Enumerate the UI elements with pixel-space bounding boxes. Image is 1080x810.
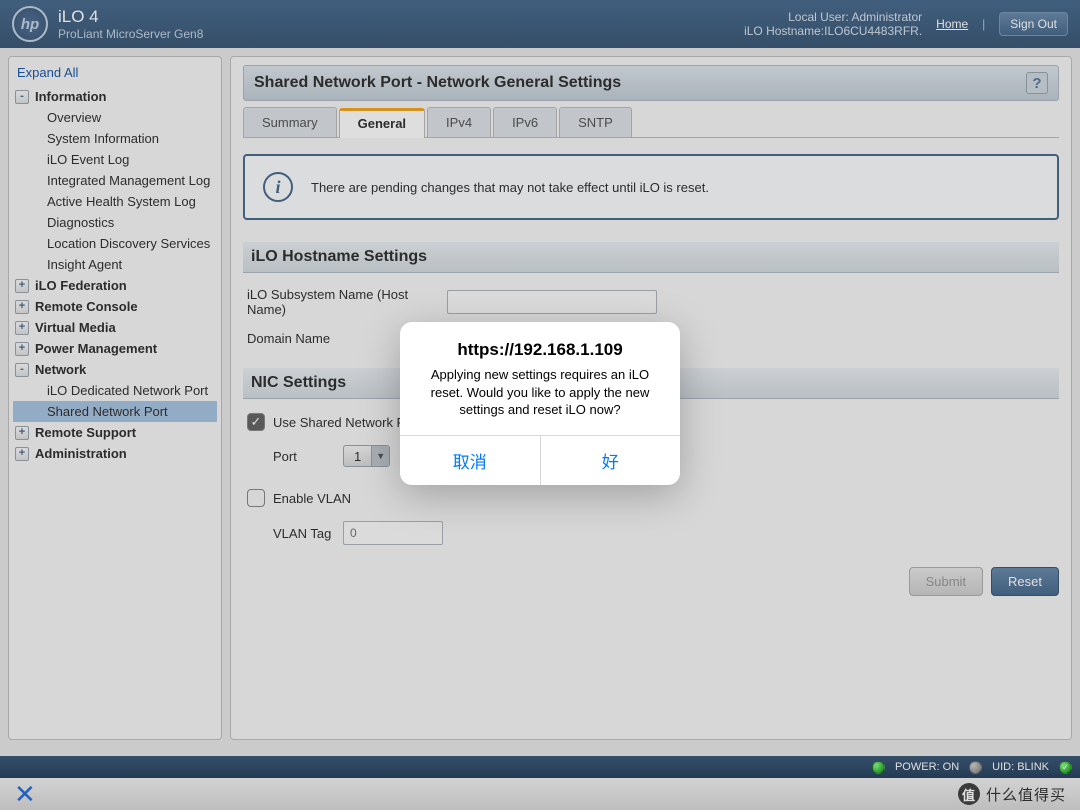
uid-status: UID: BLINK bbox=[992, 761, 1049, 773]
chevron-down-icon: ▼ bbox=[371, 446, 389, 466]
nav-integrated-mgmt-log[interactable]: Integrated Management Log bbox=[13, 170, 217, 191]
checkbox-enable-vlan[interactable] bbox=[247, 489, 265, 507]
dialog-message: Applying new settings requires an iLO re… bbox=[400, 362, 680, 435]
nav-diagnostics[interactable]: Diagnostics bbox=[13, 212, 217, 233]
label-enable-vlan: Enable VLAN bbox=[273, 491, 351, 506]
page-title: Shared Network Port - Network General Se… bbox=[254, 74, 621, 92]
nav-federation-label: iLO Federation bbox=[35, 278, 127, 293]
nav-active-health-log[interactable]: Active Health System Log bbox=[13, 191, 217, 212]
power-status: POWER: ON bbox=[895, 761, 959, 773]
tab-general[interactable]: General bbox=[339, 108, 425, 138]
app-header: hp iLO 4 ProLiant MicroServer Gen8 Local… bbox=[0, 0, 1080, 48]
nav-remote-support[interactable]: + Remote Support bbox=[13, 422, 217, 443]
nav-remote-console-label: Remote Console bbox=[35, 299, 138, 314]
tab-strip: Summary General IPv4 IPv6 SNTP bbox=[243, 107, 1059, 138]
select-port[interactable]: 1 ▼ bbox=[343, 445, 390, 467]
brand-badge-icon: 值 bbox=[958, 783, 980, 805]
nav-location-discovery[interactable]: Location Discovery Services bbox=[13, 233, 217, 254]
close-icon[interactable]: ✕ bbox=[14, 779, 36, 810]
label-vlan-tag: VLAN Tag bbox=[273, 526, 343, 541]
expand-all-link[interactable]: Expand All bbox=[13, 63, 217, 86]
nav-administration-label: Administration bbox=[35, 446, 127, 461]
nav-remote-support-label: Remote Support bbox=[35, 425, 136, 440]
nav-ilo-event-log[interactable]: iLO Event Log bbox=[13, 149, 217, 170]
submit-button[interactable]: Submit bbox=[909, 567, 983, 596]
signout-button[interactable]: Sign Out bbox=[999, 12, 1068, 36]
app-title: iLO 4 bbox=[58, 7, 203, 27]
watermark-brand: 值 什么值得买 bbox=[958, 783, 1066, 805]
info-icon: i bbox=[263, 172, 293, 202]
expand-icon[interactable]: + bbox=[15, 321, 29, 335]
collapse-icon[interactable]: - bbox=[15, 363, 29, 377]
nav-insight-agent[interactable]: Insight Agent bbox=[13, 254, 217, 275]
dialog-cancel-button[interactable]: 取消 bbox=[400, 436, 541, 485]
checkbox-use-shared-port[interactable]: ✓ bbox=[247, 413, 265, 431]
local-user-label: Local User: Administrator bbox=[744, 10, 922, 24]
expand-icon[interactable]: + bbox=[15, 342, 29, 356]
nav-shared-network-port[interactable]: Shared Network Port bbox=[13, 401, 217, 422]
section-hostname-settings: iLO Hostname Settings bbox=[243, 242, 1059, 273]
input-subsystem-name[interactable] bbox=[447, 290, 657, 314]
nav-power-management[interactable]: + Power Management bbox=[13, 338, 217, 359]
status-bar: POWER: ON UID: BLINK bbox=[0, 756, 1080, 778]
nav-administration[interactable]: + Administration bbox=[13, 443, 217, 464]
home-link[interactable]: Home bbox=[936, 17, 968, 31]
nav-virtual-media-label: Virtual Media bbox=[35, 320, 116, 335]
nav-federation[interactable]: + iLO Federation bbox=[13, 275, 217, 296]
tab-summary[interactable]: Summary bbox=[243, 107, 337, 137]
tab-ipv6[interactable]: IPv6 bbox=[493, 107, 557, 137]
nav-power-mgmt-label: Power Management bbox=[35, 341, 157, 356]
alert-text: There are pending changes that may not t… bbox=[311, 180, 709, 195]
input-vlan-tag[interactable] bbox=[343, 521, 443, 545]
nav-dedicated-network-port[interactable]: iLO Dedicated Network Port bbox=[13, 380, 217, 401]
pending-changes-alert: i There are pending changes that may not… bbox=[243, 154, 1059, 220]
nav-network[interactable]: - Network bbox=[13, 359, 217, 380]
tab-ipv4[interactable]: IPv4 bbox=[427, 107, 491, 137]
nav-system-information[interactable]: System Information bbox=[13, 128, 217, 149]
dialog-title: https://192.168.1.109 bbox=[400, 322, 680, 362]
expand-icon[interactable]: + bbox=[15, 300, 29, 314]
expand-icon[interactable]: + bbox=[15, 447, 29, 461]
select-port-value: 1 bbox=[344, 449, 371, 464]
uid-led-icon bbox=[969, 761, 982, 774]
bottom-bar: ✕ 值 什么值得买 bbox=[0, 778, 1080, 810]
nav-remote-console[interactable]: + Remote Console bbox=[13, 296, 217, 317]
nav-information-label: Information bbox=[35, 89, 107, 104]
confirm-reset-dialog: https://192.168.1.109 Applying new setti… bbox=[400, 322, 680, 485]
tab-sntp[interactable]: SNTP bbox=[559, 107, 632, 137]
brand-text: 什么值得买 bbox=[986, 784, 1066, 805]
nav-network-label: Network bbox=[35, 362, 86, 377]
separator: | bbox=[982, 17, 985, 31]
label-port: Port bbox=[273, 449, 343, 464]
expand-icon[interactable]: + bbox=[15, 426, 29, 440]
nav-information[interactable]: - Information bbox=[13, 86, 217, 107]
reset-button[interactable]: Reset bbox=[991, 567, 1059, 596]
page-title-bar: Shared Network Port - Network General Se… bbox=[243, 65, 1059, 101]
hp-logo: hp bbox=[12, 6, 48, 42]
expand-icon[interactable]: + bbox=[15, 279, 29, 293]
label-use-shared-port: Use Shared Network Port bbox=[273, 415, 420, 430]
power-led-icon bbox=[872, 761, 885, 774]
help-icon[interactable]: ? bbox=[1026, 72, 1048, 94]
app-subtitle: ProLiant MicroServer Gen8 bbox=[58, 27, 203, 41]
health-led-icon bbox=[1059, 761, 1072, 774]
nav-virtual-media[interactable]: + Virtual Media bbox=[13, 317, 217, 338]
ilo-hostname-label: iLO Hostname:ILO6CU4483RFR. bbox=[744, 24, 922, 38]
dialog-ok-button[interactable]: 好 bbox=[541, 436, 681, 485]
label-subsystem-name: iLO Subsystem Name (Host Name) bbox=[247, 287, 447, 317]
nav-sidebar: Expand All - Information Overview System… bbox=[8, 56, 222, 740]
nav-overview[interactable]: Overview bbox=[13, 107, 217, 128]
collapse-icon[interactable]: - bbox=[15, 90, 29, 104]
